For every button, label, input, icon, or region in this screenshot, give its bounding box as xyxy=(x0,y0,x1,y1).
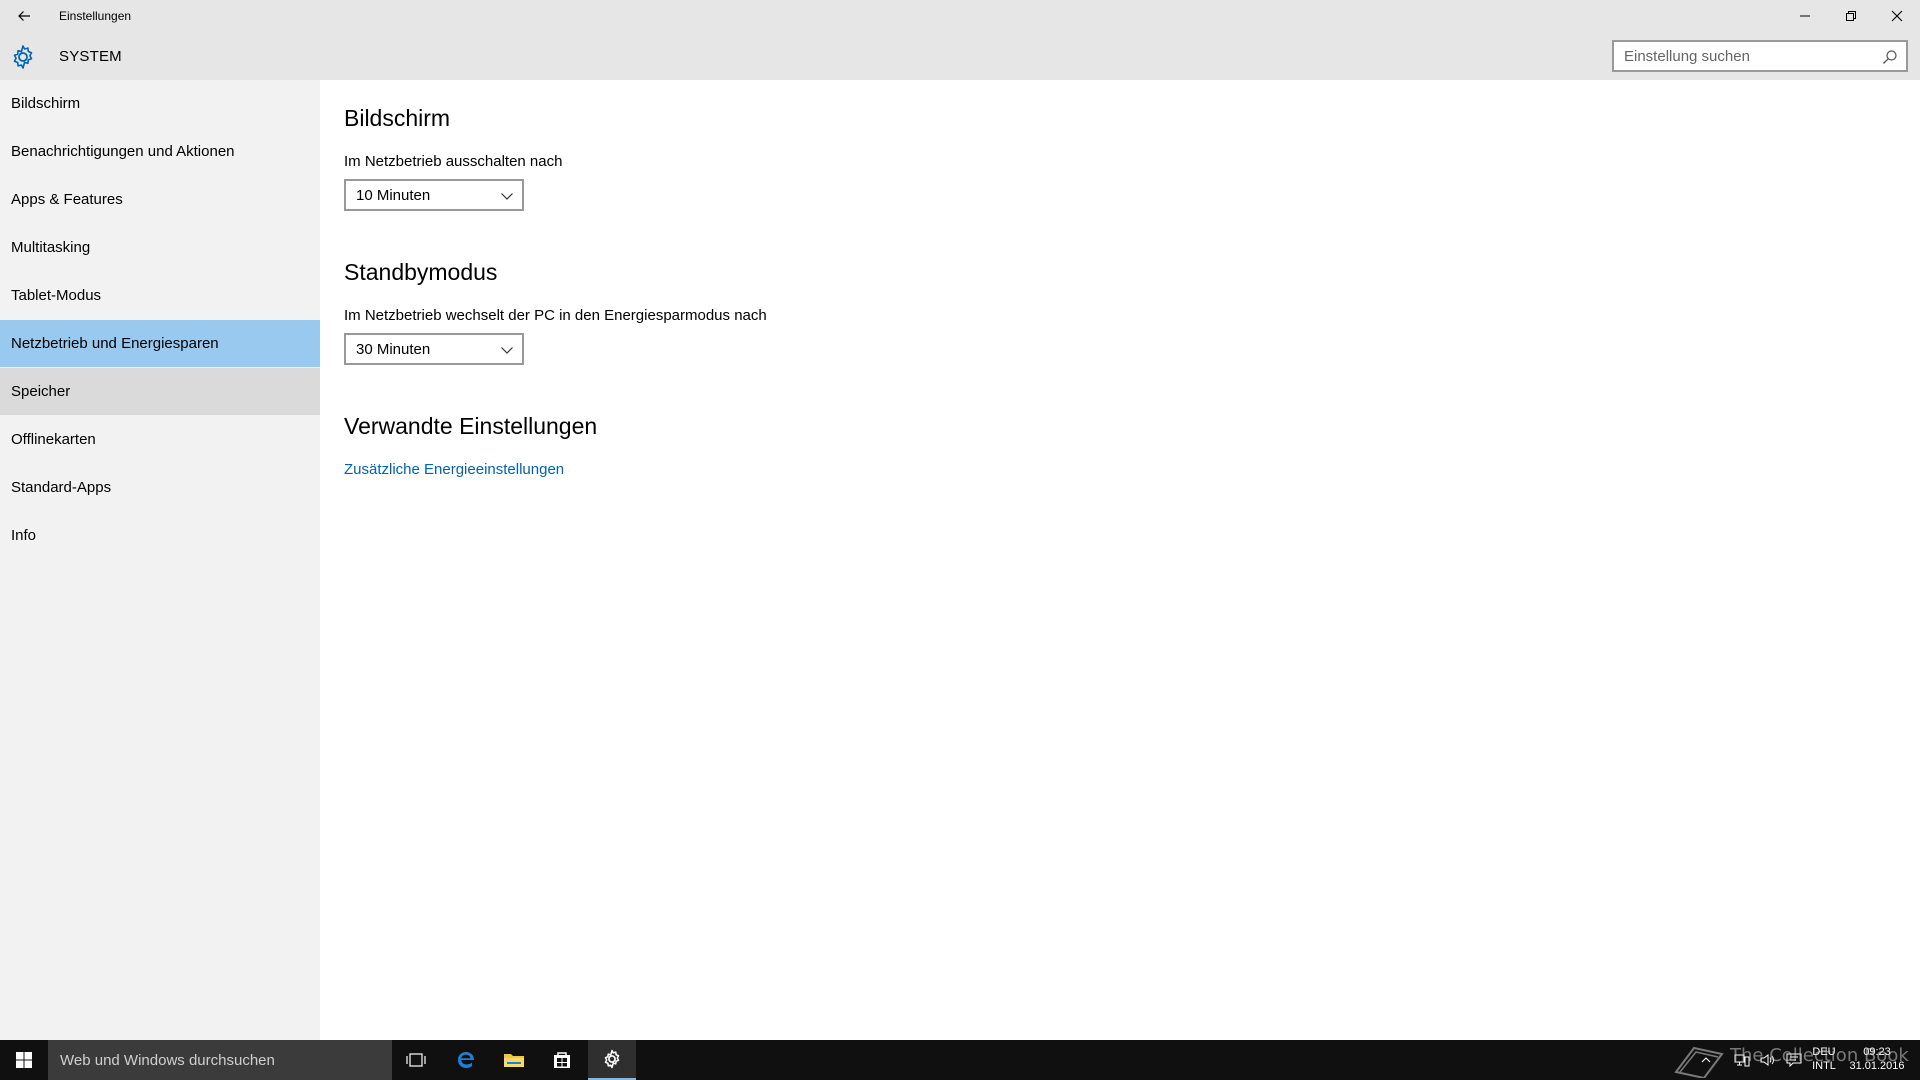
taskbar-search-text: Web und Windows durchsuchen xyxy=(60,1052,275,1069)
search-placeholder: Einstellung suchen xyxy=(1624,48,1750,65)
page-header: SYSTEM Einstellung suchen xyxy=(0,32,1920,80)
section-heading-standby: Standbymodus xyxy=(344,259,498,285)
screen-off-dropdown[interactable]: 10 Minuten xyxy=(344,179,524,211)
minimize-icon[interactable] xyxy=(1782,0,1828,32)
restore-icon[interactable] xyxy=(1828,0,1874,32)
sidebar-item-label: Netzbetrieb und Energiesparen xyxy=(11,335,219,352)
search-icon[interactable] xyxy=(1882,49,1898,65)
sidebar-item-standard-apps[interactable]: Standard-Apps xyxy=(0,464,320,511)
sidebar-item-speicher[interactable]: Speicher xyxy=(0,368,320,415)
taskbar: Web und Windows durchsuchen DEU INTL 09:… xyxy=(0,1040,1920,1080)
settings-gear-icon[interactable] xyxy=(588,1040,636,1080)
dropdown-value: 10 Minuten xyxy=(356,187,431,204)
sidebar-item-label: Info xyxy=(11,527,37,544)
sidebar-item-netzbetrieb[interactable]: Netzbetrieb und Energiesparen xyxy=(0,320,320,367)
dropdown-value: 30 Minuten xyxy=(356,341,431,358)
watermark-text: The Collection Book xyxy=(1730,1045,1909,1066)
task-view-icon[interactable] xyxy=(392,1040,440,1080)
section-heading-related: Verwandte Einstellungen xyxy=(344,413,598,439)
additional-power-settings-link[interactable]: Zusätzliche Energieeinstellungen xyxy=(344,461,564,478)
sidebar-item-multitasking[interactable]: Multitasking xyxy=(0,224,320,271)
section-heading-bildschirm: Bildschirm xyxy=(344,105,451,131)
sidebar-item-label: Multitasking xyxy=(11,239,91,256)
sidebar-item-label: Apps & Features xyxy=(11,191,123,208)
taskbar-search-box[interactable]: Web und Windows durchsuchen xyxy=(48,1040,392,1080)
sidebar-item-label: Bildschirm xyxy=(11,95,81,112)
sidebar-item-apps-features[interactable]: Apps & Features xyxy=(0,176,320,223)
sidebar: Bildschirm Benachrichtigungen und Aktion… xyxy=(0,80,320,1040)
file-explorer-icon[interactable] xyxy=(490,1040,538,1080)
windows-start-icon[interactable] xyxy=(0,1040,48,1080)
sidebar-item-offlinekarten[interactable]: Offlinekarten xyxy=(0,416,320,463)
watermark: The Collection Book xyxy=(1672,1042,1909,1080)
sidebar-item-tablet-modus[interactable]: Tablet-Modus xyxy=(0,272,320,319)
chevron-down-icon xyxy=(500,343,514,357)
page-title: SYSTEM xyxy=(59,48,122,65)
edge-icon[interactable] xyxy=(442,1040,490,1080)
sidebar-item-info[interactable]: Info xyxy=(0,512,320,559)
standby-label: Im Netzbetrieb wechselt der PC in den En… xyxy=(344,307,767,324)
standby-dropdown[interactable]: 30 Minuten xyxy=(344,333,524,365)
sidebar-item-label: Speicher xyxy=(11,383,71,400)
back-arrow-icon[interactable] xyxy=(6,0,42,32)
sidebar-item-label: Tablet-Modus xyxy=(11,287,102,304)
sidebar-item-bildschirm[interactable]: Bildschirm xyxy=(0,80,320,127)
sidebar-item-benachrichtigungen[interactable]: Benachrichtigungen und Aktionen xyxy=(0,128,320,175)
screen-off-label: Im Netzbetrieb ausschalten nach xyxy=(344,153,563,170)
search-input[interactable]: Einstellung suchen xyxy=(1612,40,1908,72)
sidebar-item-label: Offlinekarten xyxy=(11,431,96,448)
sidebar-item-label: Standard-Apps xyxy=(11,479,112,496)
window-title: Einstellungen xyxy=(59,9,132,23)
book-logo-icon xyxy=(1674,1046,1724,1080)
title-bar: Einstellungen xyxy=(0,0,1920,32)
close-icon[interactable] xyxy=(1874,0,1920,32)
gear-icon xyxy=(10,44,36,70)
store-icon[interactable] xyxy=(538,1040,586,1080)
chevron-down-icon xyxy=(500,189,514,203)
sidebar-item-label: Benachrichtigungen und Aktionen xyxy=(11,143,235,160)
